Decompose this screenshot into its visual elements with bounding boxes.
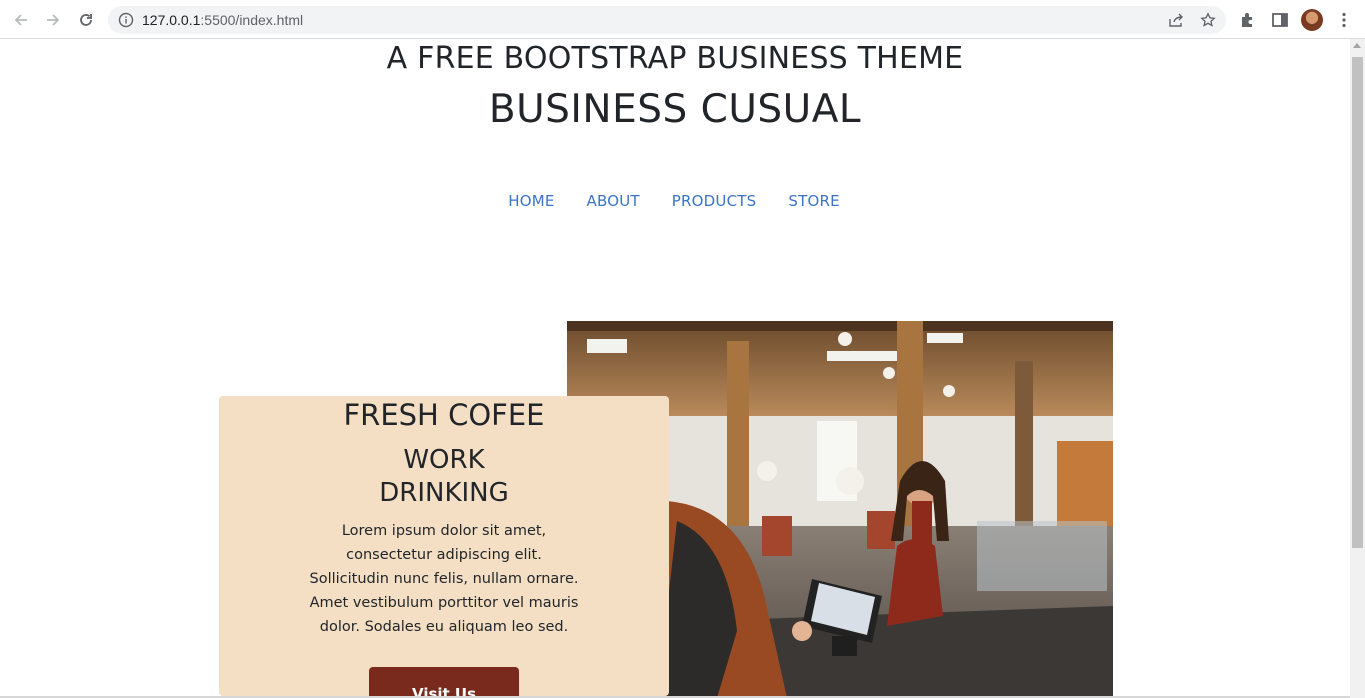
intro-card: FRESH COFEE WORK DRINKING Lorem ipsum do… bbox=[219, 396, 669, 698]
browser-toolbar: 127.0.0.1:5500/index.html bbox=[0, 0, 1365, 39]
info-icon[interactable] bbox=[118, 12, 134, 28]
intro-text-line: dolor. Sodales eu aliquam leo sed. bbox=[319, 619, 569, 635]
url-path: :5500/index.html bbox=[200, 12, 304, 28]
page-content: A FREE BOOTSTRAP BUSINESS THEME BUSINESS… bbox=[0, 40, 1350, 698]
nav-link-home[interactable]: HOME bbox=[508, 192, 554, 210]
star-icon[interactable] bbox=[1200, 12, 1216, 28]
puzzle-icon[interactable] bbox=[1238, 10, 1258, 30]
intro-heading-lower: WORK DRINKING bbox=[219, 444, 669, 510]
intro-heading-line-2: DRINKING bbox=[379, 478, 509, 508]
intro-text: Lorem ipsum dolor sit amet, consectetur … bbox=[304, 519, 584, 639]
forward-arrow-icon[interactable] bbox=[41, 8, 65, 32]
intro-text-line: Sollicitudin nunc felis, nullam ornare. bbox=[309, 571, 579, 587]
back-arrow-icon[interactable] bbox=[9, 8, 33, 32]
kebab-menu-icon[interactable] bbox=[1334, 10, 1354, 30]
intro-text-line: Amet vestibulum porttitor vel mauris bbox=[309, 595, 579, 611]
nav-link-products[interactable]: PRODUCTS bbox=[672, 192, 757, 210]
site-heading-upper: A FREE BOOTSTRAP BUSINESS THEME bbox=[386, 41, 964, 76]
scroll-up-arrow-icon[interactable] bbox=[1353, 43, 1361, 48]
url-host: 127.0.0.1 bbox=[142, 12, 201, 28]
scrollbar-thumb[interactable] bbox=[1352, 57, 1363, 548]
site-heading-lower: BUSINESS CUSUAL bbox=[488, 87, 862, 132]
nav-link-store[interactable]: STORE bbox=[788, 192, 839, 210]
intro-text-line: Lorem ipsum dolor sit amet, bbox=[341, 523, 547, 539]
main-nav: HOME ABOUT PRODUCTS STORE bbox=[0, 192, 1350, 210]
nav-link-about[interactable]: ABOUT bbox=[587, 192, 640, 210]
side-panel-icon[interactable] bbox=[1270, 10, 1290, 30]
address-bar[interactable]: 127.0.0.1:5500/index.html bbox=[108, 6, 1226, 34]
visit-us-button[interactable]: Visit Us bbox=[369, 667, 519, 698]
intro-heading-line-1: WORK bbox=[403, 445, 485, 475]
url-text: 127.0.0.1:5500/index.html bbox=[142, 12, 303, 28]
profile-avatar[interactable] bbox=[1301, 9, 1323, 31]
intro-heading-upper: FRESH COFEE bbox=[343, 398, 545, 432]
reload-icon[interactable] bbox=[74, 8, 98, 32]
share-icon[interactable] bbox=[1168, 12, 1184, 28]
intro-text-line: consectetur adipiscing elit. bbox=[346, 547, 542, 563]
